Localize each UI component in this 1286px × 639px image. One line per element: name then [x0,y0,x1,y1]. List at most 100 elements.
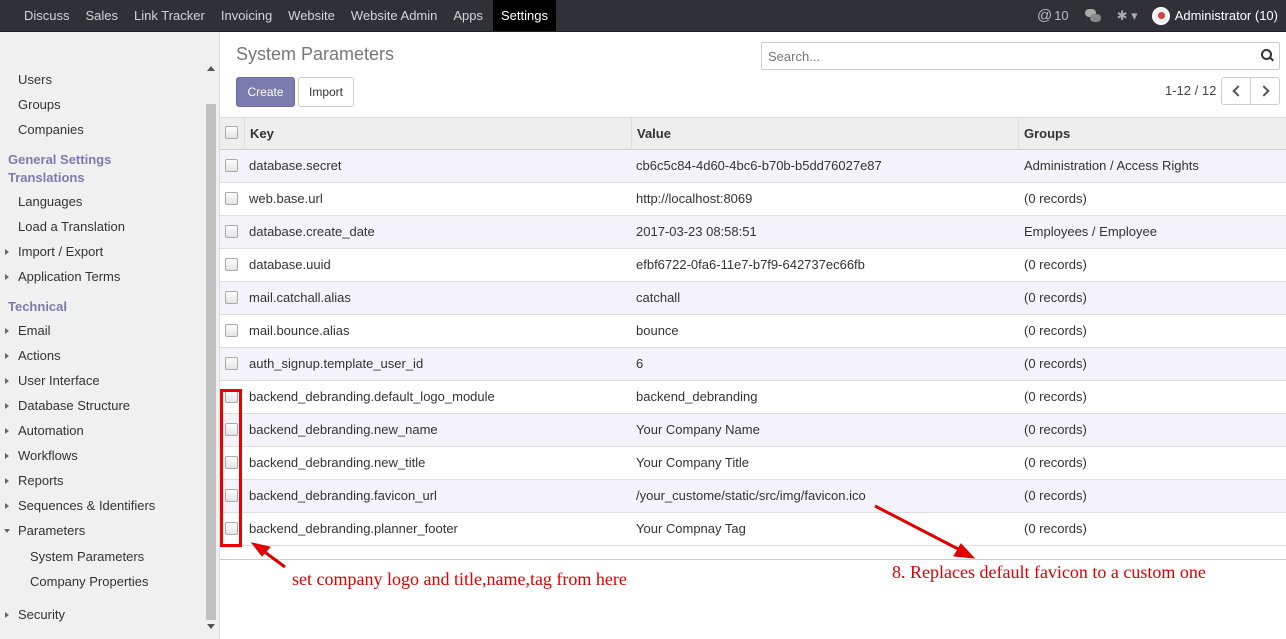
column-key[interactable]: Key [244,118,632,150]
cell-value: backend_debranding [636,389,758,404]
column-groups[interactable]: Groups [1018,118,1286,150]
messages-button[interactable]: @ 10 [1037,7,1069,24]
sidebar-item-user-interface[interactable]: User Interface [5,373,100,388]
main-content: System Parameters Create Import 1-12 / 1… [220,32,1286,639]
table-row[interactable]: database.create_date 2017-03-23 08:58:51 E… [220,216,1286,249]
cell-value: Your Company Name [636,422,760,437]
cell-value: Your Company Title [636,455,749,470]
sidebar-item-system-parameters[interactable]: System Parameters [30,549,144,564]
table-row[interactable]: backend_debranding.planner_footer Your Co… [220,513,1286,546]
cell-groups: (0 records) [1024,488,1087,503]
cell-value: efbf6722-0fa6-11e7-b7f9-642737ec66fb [636,257,865,272]
table-body: database.secret cb6c5c84-4d60-4bc6-b70b-b… [220,150,1286,546]
sidebar-item-companies[interactable]: Companies [18,122,84,137]
table-row[interactable]: backend_debranding.favicon_url/your_cust… [220,480,1286,513]
cell-key: web.base.url [249,191,323,206]
sidebar-item-reports[interactable]: Reports [5,473,64,488]
scroll-thumb[interactable] [206,104,216,620]
column-value[interactable]: Value [631,118,1019,150]
sidebar-item-automation[interactable]: Automation [5,423,84,438]
row-checkbox[interactable] [225,192,238,205]
cell-groups: (0 records) [1024,422,1087,437]
cell-value: catchall [636,290,681,305]
row-checkbox[interactable] [225,291,238,304]
cell-value: http://localhost:8069 [636,191,753,206]
search-icon[interactable] [1261,49,1273,61]
bug-icon[interactable]: ✱ ▾ [1117,8,1138,24]
sidebar-item-application-terms[interactable]: Application Terms [4,269,120,284]
table-row[interactable]: database.uuid efbf6722-0fa6-11e7-b7f9-642… [220,249,1286,282]
cell-groups: (0 records) [1024,257,1087,272]
import-button[interactable]: Import [298,77,354,107]
table-row[interactable]: backend_debranding.default_logo_module ba… [220,381,1286,414]
cell-groups: Employees / Employee [1024,224,1157,239]
menu-apps[interactable]: Apps [445,0,491,31]
sidebar-item-languages[interactable]: Languages [18,194,82,209]
cell-groups: Administration / Access Rights [1024,158,1199,173]
table-row[interactable]: backend_debranding.new_name Your Company … [220,414,1286,447]
sidebar-item-users[interactable]: Users [18,72,52,87]
sidebar-item-parameters[interactable]: Parameters [3,523,85,538]
messages-count: 10 [1054,8,1069,23]
menu-link-tracker[interactable]: Link Tracker [126,0,213,31]
cell-groups: (0 records) [1024,521,1087,536]
cell-key: mail.bounce.alias [249,323,350,338]
sidebar-heading-general-settings[interactable]: General Settings [8,152,111,167]
sidebar-heading-translations[interactable]: Translations [8,170,85,185]
parameters-table: Key Value Groups database.secret cb6c5c84… [220,117,1286,546]
menu-settings[interactable]: Settings [493,0,556,31]
chat-icon[interactable] [1084,8,1101,23]
sidebar-item-sequences[interactable]: Sequences & Identifiers [4,498,155,513]
search-input[interactable] [762,43,1242,69]
table-row[interactable]: mail.bounce.alias bounce (0 records) [220,315,1286,348]
sidebar-item-company-properties[interactable]: Company Properties [30,574,149,589]
sidebar: Users Groups Companies General Settings … [0,32,220,639]
table-row[interactable]: database.secret cb6c5c84-4d60-4bc6-b70b-b… [220,150,1286,183]
sidebar-scrollbar[interactable] [205,60,217,634]
cell-key: database.create_date [249,224,375,239]
table-row[interactable]: backend_debranding.new_title Your Company… [220,447,1286,480]
cell-value: cb6c5c84-4d60-4bc6-b70b-b5dd76027e87 [636,158,882,173]
sidebar-item-actions[interactable]: Actions [5,348,61,363]
pager-next-button[interactable] [1250,77,1280,105]
sidebar-item-import-export[interactable]: Import / Export [4,244,103,259]
cell-key: backend_debranding.new_name [249,422,438,437]
cell-key: database.secret [249,158,342,173]
sidebar-item-security[interactable]: Security [5,607,65,622]
row-checkbox[interactable] [225,258,238,271]
sidebar-item-workflows[interactable]: Workflows [5,448,78,463]
pager-value[interactable]: 1-12 / 12 [1165,83,1216,98]
menu-website[interactable]: Website [280,0,343,31]
table-bottom-divider [220,559,1286,560]
top-navbar: Discuss Sales Link Tracker Invoicing Web… [0,0,1286,32]
pager-previous-button[interactable] [1221,77,1251,105]
table-row[interactable]: web.base.url http://localhost:8069 (0 reco… [220,183,1286,216]
sidebar-item-load-translation[interactable]: Load a Translation [18,219,125,234]
scroll-up-icon[interactable] [207,66,215,71]
scroll-down-icon[interactable] [207,624,215,629]
create-button[interactable]: Create [236,77,295,107]
table-row[interactable]: auth_signup.template_user_id 6 (0 records) [220,348,1286,381]
cell-value: /your_custome/static/src/img/favicon.ico [636,488,866,503]
user-menu[interactable]: Administrator (10) [1151,6,1278,25]
annotation-left-note: set company logo and title,name,tag from… [292,569,627,589]
select-all-checkbox[interactable] [225,126,238,139]
row-checkbox[interactable] [225,159,238,172]
sidebar-item-groups[interactable]: Groups [18,97,61,112]
cell-groups: (0 records) [1024,323,1087,338]
row-checkbox[interactable] [225,225,238,238]
menu-website-admin[interactable]: Website Admin [343,0,445,31]
table-row[interactable]: mail.catchall.alias catchall (0 records) [220,282,1286,315]
cell-value: 6 [636,356,644,371]
menu-invoicing[interactable]: Invoicing [213,0,280,31]
avatar [1151,6,1170,25]
search-box[interactable] [761,42,1280,70]
sidebar-item-database-structure[interactable]: Database Structure [4,398,130,413]
sidebar-item-email[interactable]: Email [5,323,51,338]
menu-discuss[interactable]: Discuss [16,0,78,31]
sidebar-heading-technical[interactable]: Technical [8,299,67,314]
row-checkbox[interactable] [225,357,238,370]
menu-sales[interactable]: Sales [78,0,127,31]
cell-value: Your Compnay Tag [636,521,746,536]
row-checkbox[interactable] [225,324,238,337]
